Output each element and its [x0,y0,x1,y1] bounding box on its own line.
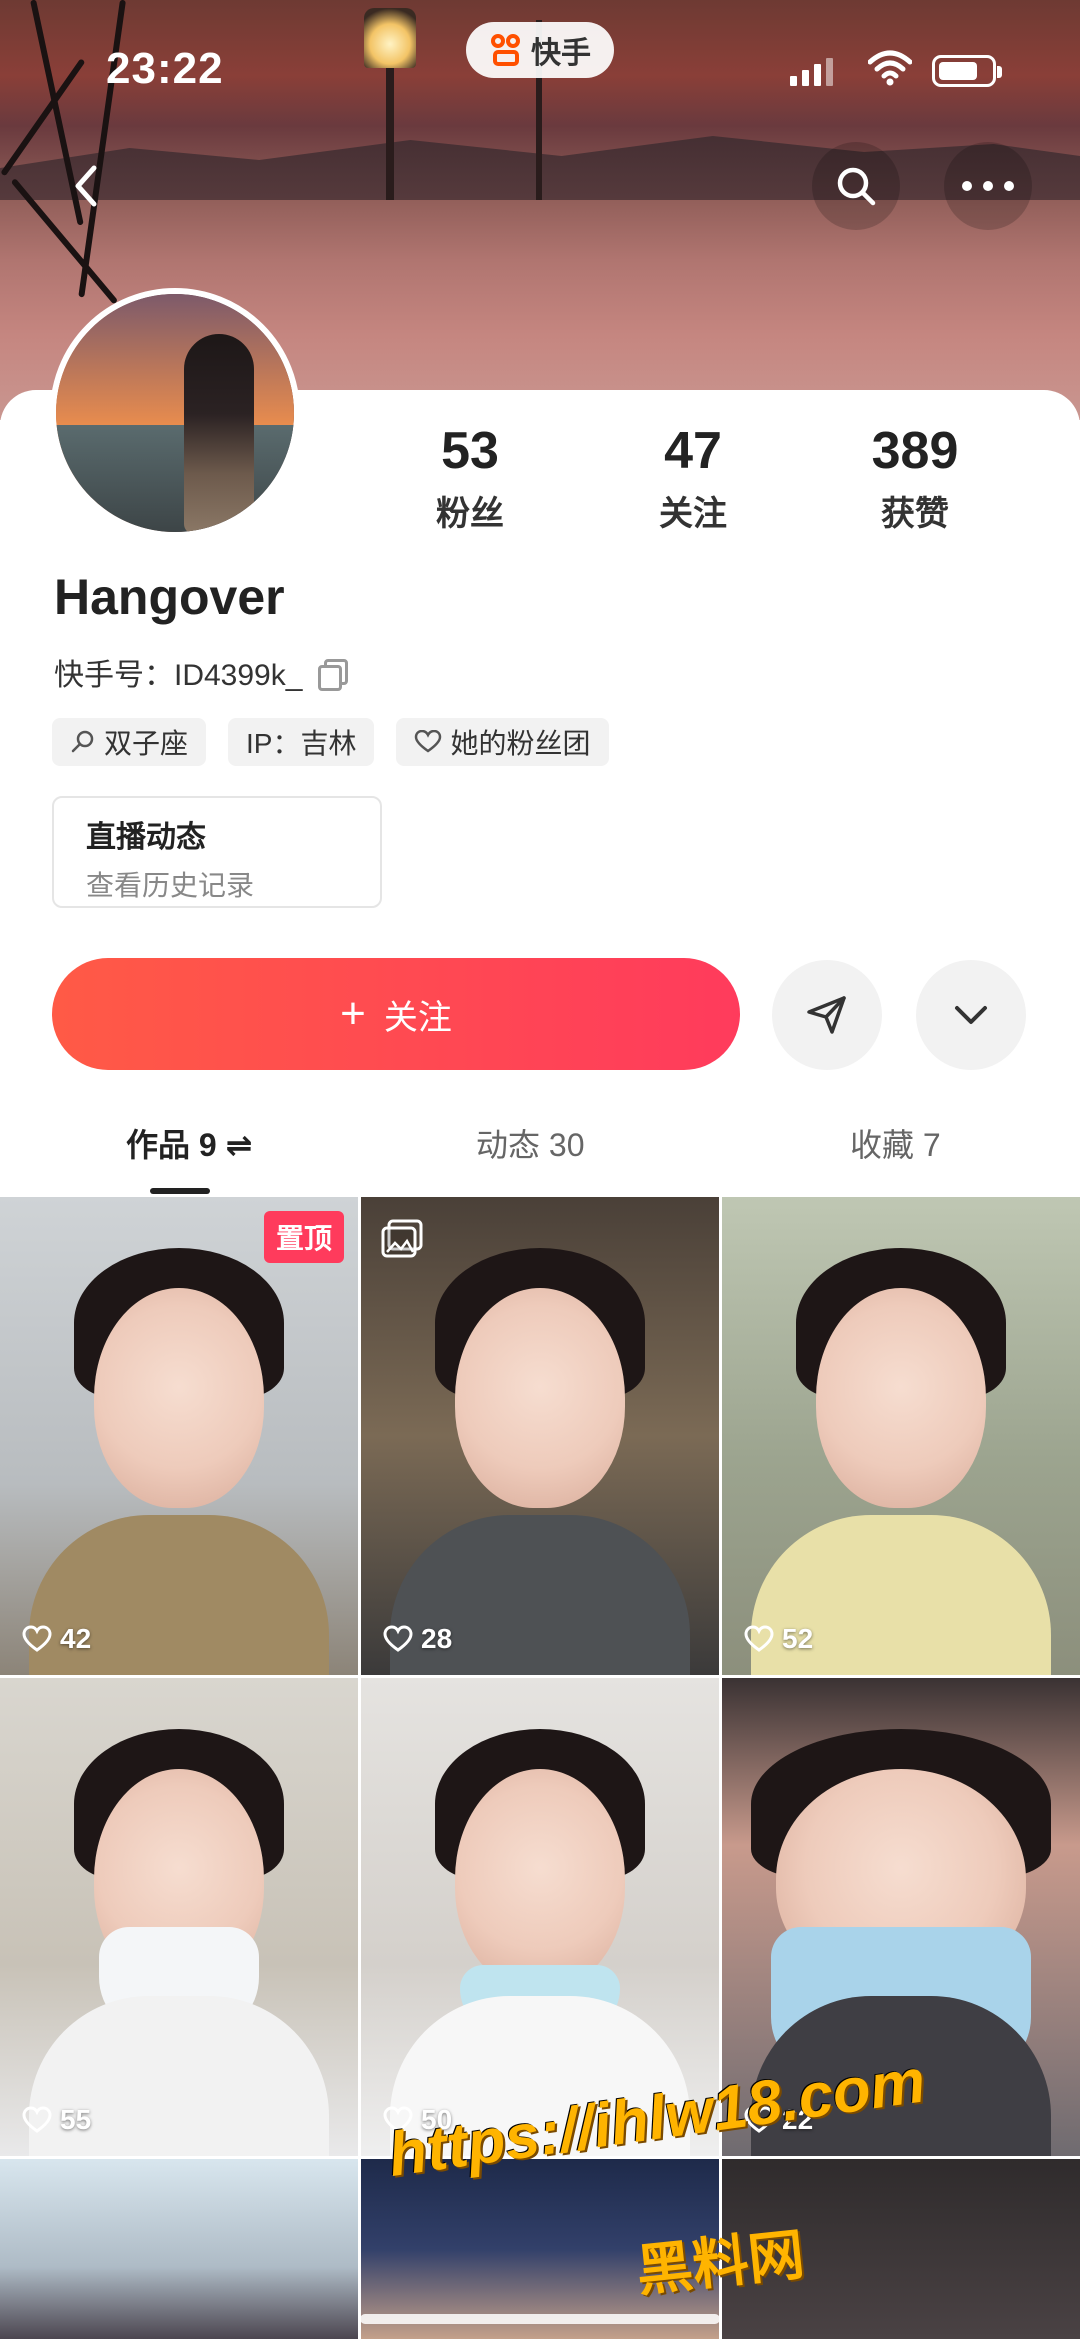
profile-name: Hangover [54,569,285,625]
stat-following[interactable]: 47 关注 [593,420,793,535]
profile-tags: 双子座 IP：吉林 她的粉丝团 [52,718,609,766]
app-name: 快手 [531,37,591,70]
plus-icon: + [340,989,366,1038]
more-options-button[interactable] [944,142,1032,230]
tag-text: 她的粉丝团 [450,728,591,759]
battery-icon [932,55,1002,87]
fan-club-icon [415,730,442,753]
tag-fan-club[interactable]: 她的粉丝团 [396,718,609,766]
tag-zodiac[interactable]: 双子座 [52,718,207,766]
tab-moments[interactable]: 动态 30 [476,1120,585,1166]
like-count-value: 28 [421,1623,453,1654]
chevron-down-icon [955,1006,987,1024]
zodiac-icon [71,730,94,753]
expand-recommendations-button[interactable] [916,960,1026,1070]
app-indicator-pill[interactable]: 快手 [466,22,614,78]
stat-fans[interactable]: 53 粉丝 [370,420,570,535]
kuaishou-id-row: 快手号：ID4399k_ [54,650,349,694]
post-thumbnail[interactable]: 52 [722,1197,1080,1675]
chevron-left-icon [75,165,97,207]
back-button[interactable] [44,142,132,230]
like-count-value: 42 [60,1623,92,1654]
post-thumbnail[interactable]: 28 [361,1197,719,1675]
tag-text: 双子座 [104,728,189,759]
send-message-button[interactable] [772,960,882,1070]
heart-icon [22,1625,52,1652]
heart-icon [22,2106,52,2133]
more-dots-icon [962,181,1014,191]
like-count-value: 55 [60,2104,92,2135]
cellular-signal-icon [790,58,833,86]
kuaishou-id: 快手号：ID4399k_ [54,659,303,692]
stat-label: 关注 [659,495,727,533]
status-bar: 23:22 快手 [0,0,1080,130]
stat-value: 389 [871,422,959,480]
status-time: 23:22 [106,44,224,93]
copy-icon[interactable] [316,657,349,691]
live-subtitle: 查看历史记录 [86,870,255,901]
content-tabs: 作品 9 ⇌ 动态 30 收藏 7 [0,1110,1080,1200]
post-thumbnail[interactable]: 置顶 42 [0,1197,358,1675]
post-thumbnail[interactable] [0,2159,358,2339]
paper-plane-icon [807,996,846,1034]
like-count: 55 [22,2104,91,2136]
home-indicator[interactable] [360,2314,720,2324]
search-icon [837,167,876,206]
heart-icon [383,1625,413,1652]
stat-value: 47 [664,422,722,480]
stat-label: 粉丝 [436,495,504,533]
tab-active-indicator [150,1188,210,1194]
like-count: 52 [744,1623,813,1655]
pinned-badge: 置顶 [263,1211,344,1263]
wifi-icon [868,50,912,86]
heart-icon [744,1625,774,1652]
post-thumbnail[interactable]: 55 [0,1678,358,2156]
stat-value: 53 [441,422,499,480]
stat-label: 获赞 [881,495,949,533]
tab-works[interactable]: 作品 9 ⇌ [126,1120,252,1166]
avatar[interactable] [50,288,300,538]
tag-text: IP：吉林 [246,728,357,759]
like-count-value: 52 [782,1623,814,1654]
tab-favorites[interactable]: 收藏 7 [850,1120,941,1166]
multi-image-icon [381,1219,423,1258]
search-button[interactable] [812,142,900,230]
like-count: 28 [383,1623,452,1655]
follow-label: 关注 [383,998,452,1037]
live-title: 直播动态 [86,821,206,854]
like-count: 42 [22,1623,91,1655]
kuaishou-logo-icon [489,33,523,67]
live-history-card[interactable]: 直播动态 查看历史记录 [52,796,382,908]
stat-likes[interactable]: 389 获赞 [815,420,1015,535]
follow-button[interactable]: + 关注 [52,958,740,1070]
tag-ip-location: IP：吉林 [228,718,375,766]
